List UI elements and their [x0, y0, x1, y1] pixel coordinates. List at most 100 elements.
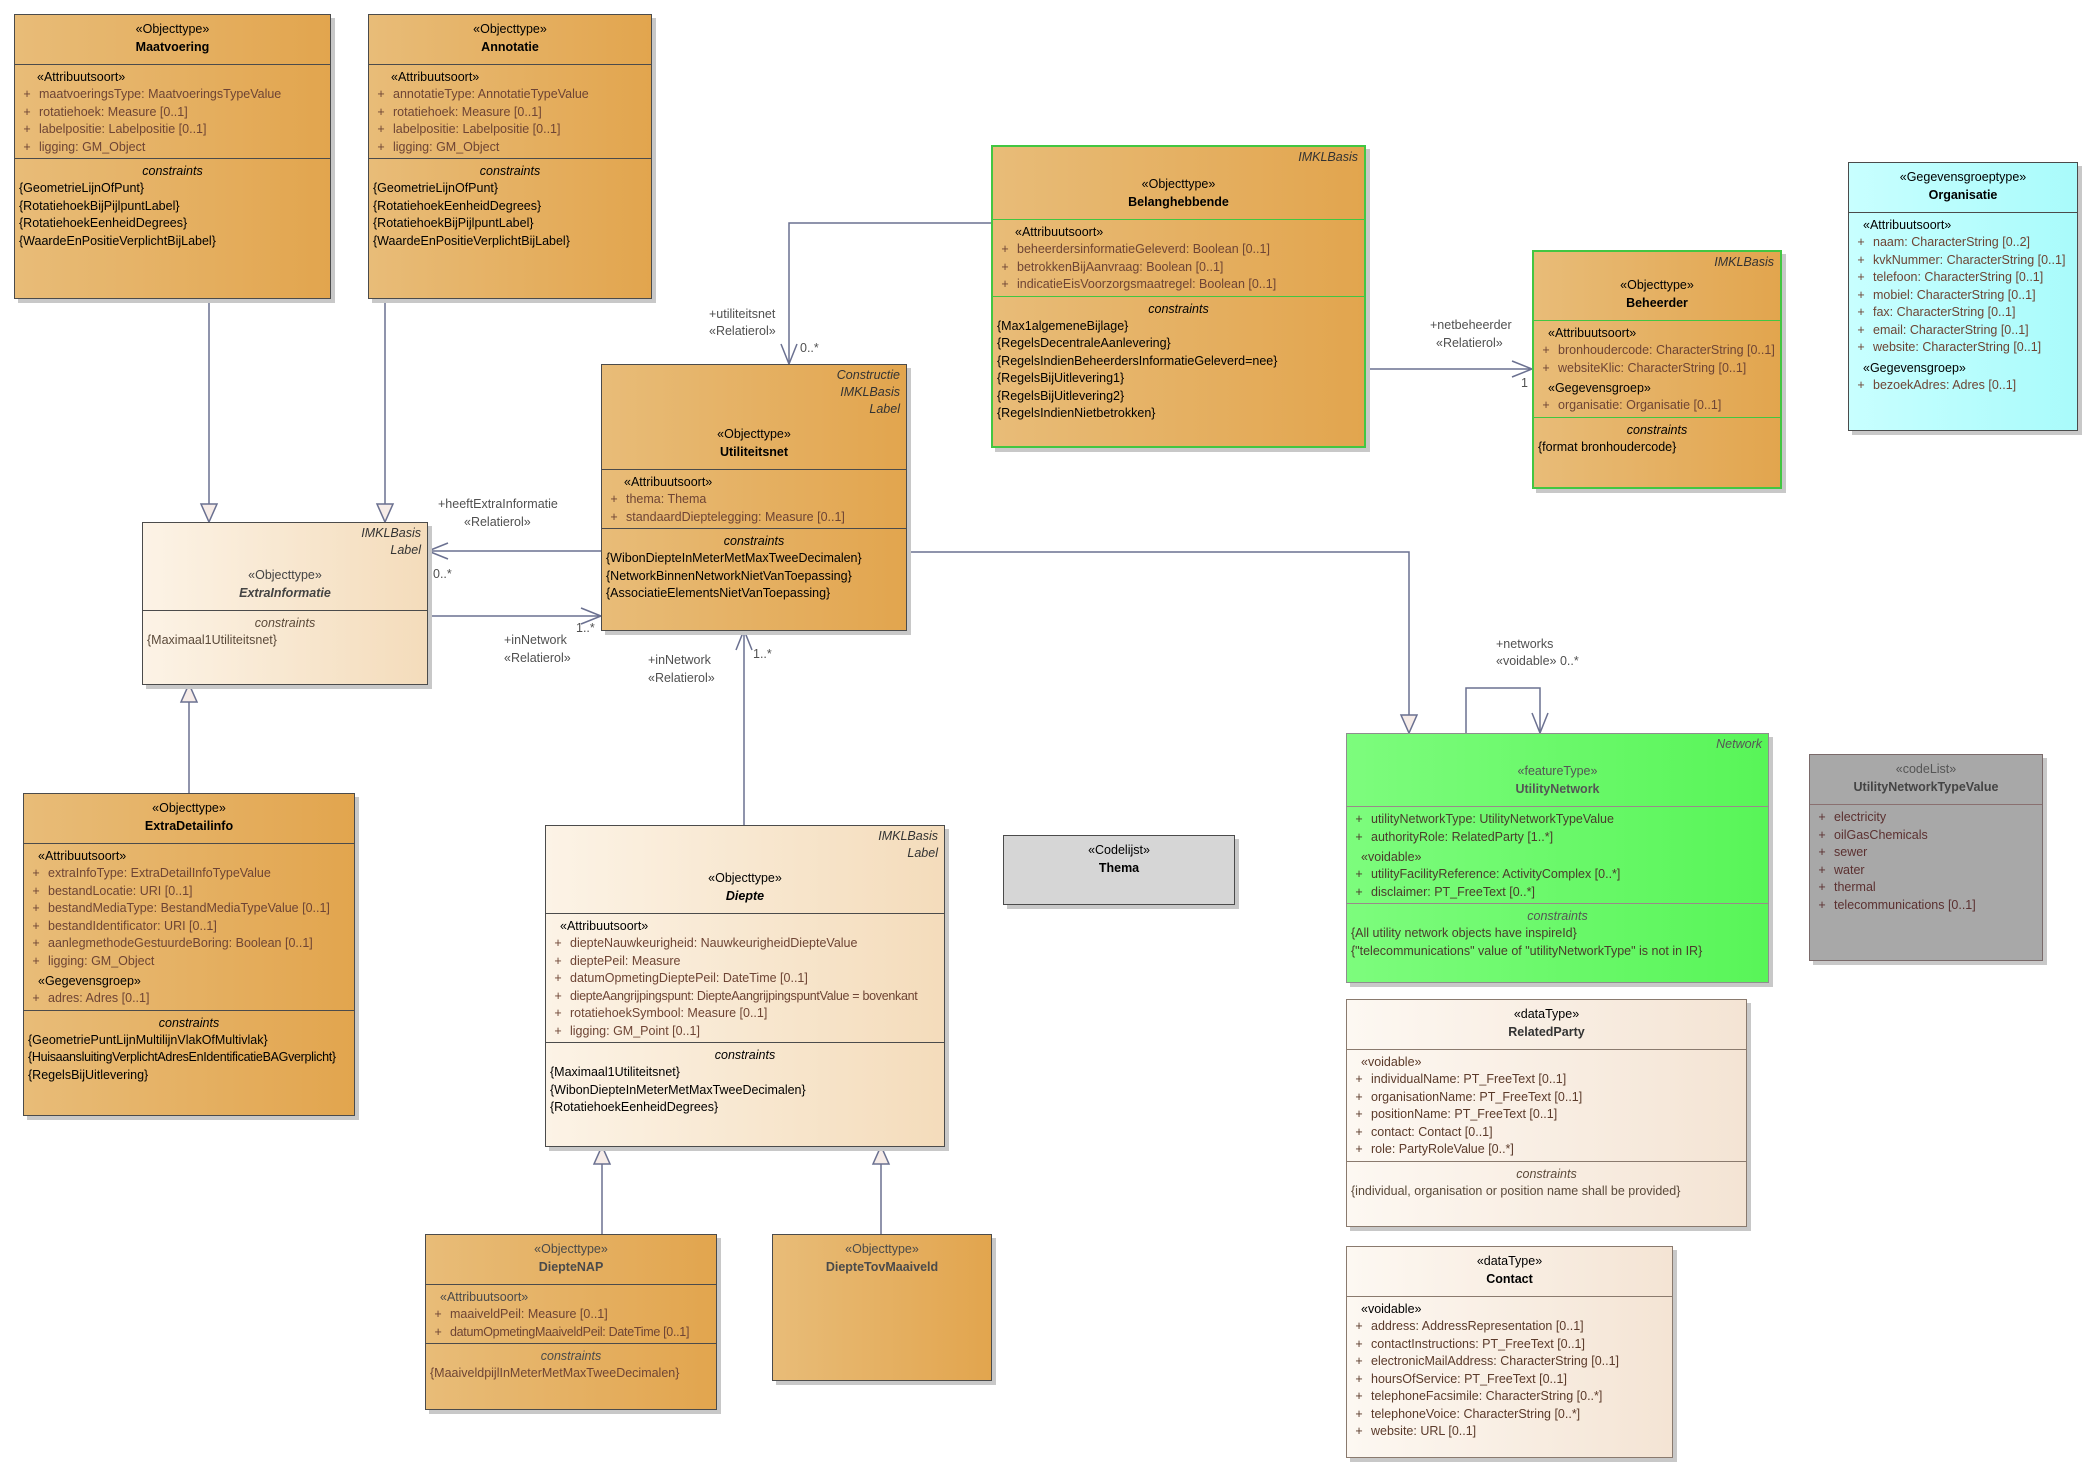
class-thema[interactable]: «Codelijst» Thema	[1003, 835, 1235, 905]
attribute[interactable]: + ligging: GM_Object	[24, 953, 354, 971]
attribute[interactable]: + telefoon: CharacterString [0..1]	[1849, 269, 2077, 287]
attribute[interactable]: + authorityRole: RelatedParty [1..*]	[1347, 829, 1768, 847]
association-arrowhead	[780, 343, 798, 367]
attribute[interactable]: + kvkNummer: CharacterString [0..1]	[1849, 252, 2077, 270]
attribute[interactable]: + diepteNauwkeurigheid: NauwkeurigheidDie…	[546, 935, 944, 953]
attribute[interactable]: + individualName: PT_FreeText [0..1]	[1347, 1071, 1746, 1089]
attribute[interactable]: + adres: Adres [0..1]	[24, 990, 354, 1008]
code-value[interactable]: + thermal	[1810, 879, 2042, 897]
class-belanghebbende[interactable]: IMKLBasis «Objecttype» Belanghebbende «A…	[991, 145, 1366, 448]
class-relatedparty[interactable]: «dataType» RelatedParty «voidable» + indi…	[1346, 999, 1747, 1227]
code-value[interactable]: + telecommunications [0..1]	[1810, 897, 2042, 915]
generalization-utiliteitsnet-utilitynetwork[interactable]	[905, 551, 1410, 715]
class-extrainformatie[interactable]: IMKLBasis Label «Objecttype» ExtraInform…	[142, 522, 428, 685]
attribute[interactable]: + datumOpmetingDieptePeil: DateTime [0..1…	[546, 970, 944, 988]
class-utilitynetworktypevalue[interactable]: «codeList» UtilityNetworkTypeValue + elec…	[1809, 754, 2043, 961]
attribute[interactable]: + role: PartyRoleValue [0..*]	[1347, 1141, 1746, 1159]
tagged-values: IMKLBasis Label	[878, 829, 938, 860]
attribute[interactable]: + extraInfoType: ExtraDetailInfoTypeValue	[24, 865, 354, 883]
constraint: {Maximaal1Utiliteitsnet}	[147, 633, 277, 647]
attribute-group-label: «Gegevensgroep»	[1548, 381, 1651, 395]
association-utiliteitsnet[interactable]	[788, 222, 991, 364]
attribute[interactable]: + electronicMailAddress: CharacterString …	[1347, 1353, 1672, 1371]
class-utiliteitsnet[interactable]: Constructie IMKLBasis Label «Objecttype»…	[601, 364, 907, 631]
attribute[interactable]: + datumOpmetingMaaiveldPeil: DateTime [0.…	[426, 1324, 716, 1342]
attribute[interactable]: + contactInstructions: PT_FreeText [0..1]	[1347, 1336, 1672, 1354]
stereotype-label-relatierol: «Relatierol»	[709, 324, 776, 338]
attribute[interactable]: + utilityNetworkType: UtilityNetworkTypeV…	[1347, 811, 1768, 829]
attribute[interactable]: + address: AddressRepresentation [0..1]	[1347, 1318, 1672, 1336]
constraints-section: constraints {individual, organisation or…	[1347, 1160, 1746, 1203]
constraint: {"telecommunications" value of "utilityN…	[1351, 943, 1703, 958]
attribute[interactable]: + ligging: GM_Object	[369, 139, 651, 157]
attribute[interactable]: + website: CharacterString [0..1]	[1849, 339, 2077, 357]
attribute[interactable]: + email: CharacterString [0..1]	[1849, 322, 2077, 340]
attribute[interactable]: + bronhoudercode: CharacterString [0..1]	[1534, 342, 1780, 360]
constraint: {GeometriePuntLijnMultilijnVlakOfMultivl…	[28, 1032, 268, 1047]
class-dieptenap[interactable]: «Objecttype» DiepteNAP «Attribuutsoort» …	[425, 1234, 717, 1410]
attribute[interactable]: + bestandLocatie: URI [0..1]	[24, 883, 354, 901]
attribute[interactable]: + telephoneFacsimile: CharacterString [0.…	[1347, 1388, 1672, 1406]
attribute[interactable]: + aanlegmethodeGestuurdeBoring: Boolean […	[24, 935, 354, 953]
code-value[interactable]: + oilGasChemicals	[1810, 827, 2042, 845]
generalization-arrowhead	[871, 1144, 891, 1165]
class-maatvoering[interactable]: «Objecttype» Maatvoering «Attribuutsoort…	[14, 14, 331, 299]
attribute[interactable]: + rotatiehoek: Measure [0..1]	[15, 104, 330, 122]
attribute[interactable]: + organisationName: PT_FreeText [0..1]	[1347, 1089, 1746, 1107]
class-beheerder[interactable]: IMKLBasis «Objecttype» Beheerder «Attrib…	[1532, 250, 1782, 489]
class-diepte[interactable]: IMKLBasis Label «Objecttype» Diepte «Att…	[545, 825, 945, 1147]
association-arrowhead	[735, 627, 753, 651]
class-name: Annotatie	[481, 40, 539, 54]
attribute[interactable]: + maaiveldPeil: Measure [0..1]	[426, 1306, 716, 1324]
attribute[interactable]: + website: URL [0..1]	[1347, 1423, 1672, 1441]
attribute[interactable]: + annotatieType: AnnotatieTypeValue	[369, 86, 651, 104]
attribute[interactable]: + organisatie: Organisatie [0..1]	[1534, 397, 1780, 415]
attribute[interactable]: + websiteKlic: CharacterString [0..1]	[1534, 360, 1780, 378]
attribute[interactable]: + maatvoeringsType: MaatvoeringsTypeValue	[15, 86, 330, 104]
constraints-section: constraints {MaaiveldpijlInMeterMetMaxTw…	[426, 1343, 716, 1385]
attribute[interactable]: + labelpositie: Labelpositie [0..1]	[15, 121, 330, 139]
constraints-section: constraints {format bronhoudercode}	[1534, 416, 1780, 459]
class-dieptetovmaaiveld[interactable]: «Objecttype» DiepteTovMaaiveld	[772, 1234, 992, 1381]
attribute[interactable]: + bezoekAdres: Adres [0..1]	[1849, 377, 2077, 395]
attribute[interactable]: + ligging: GM_Object	[15, 139, 330, 157]
attribute[interactable]: + rotatiehoekSymbool: Measure [0..1]	[546, 1005, 944, 1023]
attribute[interactable]: + dieptePeil: Measure	[546, 953, 944, 971]
code-value[interactable]: + sewer	[1810, 844, 2042, 862]
attribute[interactable]: + indicatieEisVoorzorgsmaatregel: Boolean…	[993, 276, 1364, 294]
association-arrowhead	[1531, 712, 1549, 736]
attribute[interactable]: + telephoneVoice: CharacterString [0..*]	[1347, 1406, 1672, 1424]
attribute[interactable]: + rotatiehoek: Measure [0..1]	[369, 104, 651, 122]
attribute[interactable]: + betrokkenBijAanvraag: Boolean [0..1]	[993, 259, 1364, 277]
attribute[interactable]: + bestandIdentificator: URI [0..1]	[24, 918, 354, 936]
attribute[interactable]: + standaardDieptelegging: Measure [0..1]	[602, 509, 906, 527]
attribute[interactable]: + utilityFacilityReference: ActivityCompl…	[1347, 866, 1768, 884]
attribute[interactable]: + labelpositie: Labelpositie [0..1]	[369, 121, 651, 139]
attribute[interactable]: + diepteAangrijpingspunt: DiepteAangrijpi…	[546, 988, 944, 1006]
attribute[interactable]: + hoursOfService: PT_FreeText [0..1]	[1347, 1371, 1672, 1389]
attribute[interactable]: + contact: Contact [0..1]	[1347, 1124, 1746, 1142]
class-contact[interactable]: «dataType» Contact «voidable» + address: …	[1346, 1246, 1673, 1458]
attribute[interactable]: + thema: Thema	[602, 491, 906, 509]
attribute[interactable]: + ligging: GM_Point [0..1]	[546, 1023, 944, 1041]
class-annotatie[interactable]: «Objecttype» Annotatie «Attribuutsoort» …	[368, 14, 652, 299]
association-networks-self[interactable]	[1465, 687, 1541, 733]
stereotype: «Gegevensgroeptype»	[1899, 170, 2027, 184]
constraint: {GeometrieLijnOfPunt}	[19, 181, 145, 195]
attribute[interactable]: + beheerdersinformatieGeleverd: Boolean […	[993, 241, 1364, 259]
attribute[interactable]: + disclaimer: PT_FreeText [0..*]	[1347, 884, 1768, 902]
class-utilitynetwork[interactable]: Network «featureType» UtilityNetwork + ut…	[1346, 733, 1769, 983]
tagged-values: Constructie IMKLBasis Label	[836, 368, 900, 416]
code-value[interactable]: + electricity	[1810, 809, 2042, 827]
attribute[interactable]: + positionName: PT_FreeText [0..1]	[1347, 1106, 1746, 1124]
constraints-section: constraints {WibonDiepteInMeterMetMaxTwe…	[602, 528, 906, 605]
attribute[interactable]: + mobiel: CharacterString [0..1]	[1849, 287, 2077, 305]
class-extradetailinfo[interactable]: «Objecttype» ExtraDetailinfo «Attribuuts…	[23, 793, 355, 1116]
constraints-section: constraints {Maximaal1Utiliteitsnet} {Wi…	[546, 1042, 944, 1119]
code-value[interactable]: + water	[1810, 862, 2042, 880]
attribute[interactable]: + bestandMediaType: BestandMediaTypeValue…	[24, 900, 354, 918]
class-organisatie[interactable]: «Gegevensgroeptype» Organisatie «Attribu…	[1848, 162, 2078, 431]
attribute-group-label: «Attribuutsoort»	[624, 475, 713, 489]
attribute[interactable]: + naam: CharacterString [0..2]	[1849, 234, 2077, 252]
attribute[interactable]: + fax: CharacterString [0..1]	[1849, 304, 2077, 322]
